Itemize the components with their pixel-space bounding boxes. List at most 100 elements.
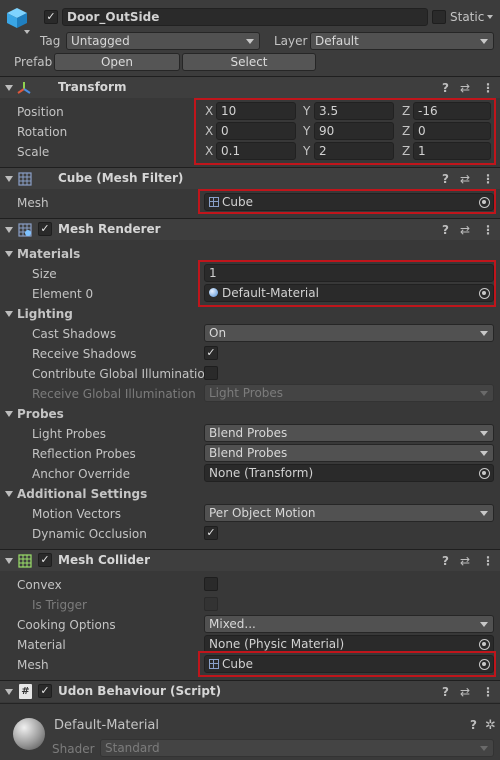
materials-size-label: Size xyxy=(32,267,57,281)
mesh-renderer-enabled-checkbox[interactable]: ✓ xyxy=(38,222,52,236)
help-icon[interactable]: ? xyxy=(442,555,449,567)
additional-settings-section-label[interactable]: Additional Settings xyxy=(17,486,147,502)
scale-y-field[interactable]: 2 xyxy=(314,142,394,160)
position-y-axis-label[interactable]: Y xyxy=(303,102,310,120)
preset-settings-icon[interactable]: ⇄ xyxy=(460,224,470,236)
reflection-probes-dropdown[interactable]: Blend Probes xyxy=(204,444,494,462)
object-active-checkbox[interactable]: ✓ xyxy=(44,10,58,24)
light-probes-label: Light Probes xyxy=(32,427,107,441)
context-menu-icon[interactable]: ⋮ xyxy=(482,555,494,567)
object-picker-icon[interactable] xyxy=(479,659,490,670)
material-sphere-preview[interactable] xyxy=(13,718,45,750)
mesh-filter-mesh-field[interactable]: Cube xyxy=(204,193,494,211)
mesh-collider-mesh-field[interactable]: Cube xyxy=(204,655,494,673)
preset-settings-icon[interactable]: ⇄ xyxy=(460,173,470,185)
rotation-label: Rotation xyxy=(17,125,68,139)
scale-z-field[interactable]: 1 xyxy=(413,142,491,160)
position-label: Position xyxy=(17,105,64,119)
mesh-renderer-icon xyxy=(18,223,32,237)
contribute-gi-checkbox[interactable] xyxy=(204,366,218,380)
rotation-z-field[interactable]: 0 xyxy=(413,122,491,140)
help-icon[interactable]: ? xyxy=(442,686,449,698)
mesh-collider-fold-arrow[interactable] xyxy=(5,558,13,564)
mesh-collider-icon xyxy=(18,554,32,568)
mesh-renderer-header[interactable]: ✓ Mesh Renderer ? ⇄ ⋮ xyxy=(0,218,500,240)
lighting-section-label[interactable]: Lighting xyxy=(17,306,73,322)
help-icon[interactable]: ? xyxy=(442,224,449,236)
physic-material-field[interactable]: None (Physic Material) xyxy=(204,635,494,653)
object-picker-icon[interactable] xyxy=(479,468,490,479)
transform-fold-arrow[interactable] xyxy=(5,85,13,91)
preset-settings-icon[interactable]: ⇄ xyxy=(460,555,470,567)
additional-settings-fold-arrow[interactable] xyxy=(5,491,13,497)
context-menu-icon[interactable]: ⋮ xyxy=(482,173,494,185)
object-picker-icon[interactable] xyxy=(479,197,490,208)
object-icon-dropdown-arrow[interactable] xyxy=(24,30,30,34)
transform-header[interactable]: Transform ? ⇄ ⋮ xyxy=(0,76,500,98)
element0-material-field[interactable]: Default-Material xyxy=(204,284,494,302)
prefab-label: Prefab xyxy=(14,55,53,69)
scale-x-axis-label[interactable]: X xyxy=(205,142,213,160)
udon-behaviour-header[interactable]: # ✓ Udon Behaviour (Script) ? ⇄ ⋮ xyxy=(0,680,500,702)
object-picker-icon[interactable] xyxy=(479,639,490,650)
position-y-field[interactable]: 3.5 xyxy=(314,102,394,120)
probes-fold-arrow[interactable] xyxy=(5,411,13,417)
help-icon[interactable]: ? xyxy=(442,173,449,185)
transform-title: Transform xyxy=(58,80,127,94)
mesh-renderer-fold-arrow[interactable] xyxy=(5,227,13,233)
light-probes-dropdown[interactable]: Blend Probes xyxy=(204,424,494,442)
context-menu-icon[interactable]: ⋮ xyxy=(482,82,494,94)
anchor-override-field[interactable]: None (Transform) xyxy=(204,464,494,482)
mesh-collider-enabled-checkbox[interactable]: ✓ xyxy=(38,553,52,567)
position-x-axis-label[interactable]: X xyxy=(205,102,213,120)
help-icon[interactable]: ? xyxy=(442,82,449,94)
static-dropdown-arrow[interactable] xyxy=(487,15,493,19)
preset-settings-icon[interactable]: ⇄ xyxy=(460,686,470,698)
materials-size-field[interactable]: 1 xyxy=(204,264,494,282)
probes-section-label[interactable]: Probes xyxy=(17,406,64,422)
prefab-open-button[interactable]: Open xyxy=(54,53,180,71)
rotation-z-axis-label[interactable]: Z xyxy=(402,122,410,140)
convex-checkbox[interactable] xyxy=(204,577,218,591)
material-name: Default-Material xyxy=(54,718,160,733)
physic-material-label: Material xyxy=(17,638,66,652)
udon-enabled-checkbox[interactable]: ✓ xyxy=(38,684,52,698)
context-menu-icon[interactable]: ⋮ xyxy=(482,686,494,698)
rotation-y-axis-label[interactable]: Y xyxy=(303,122,310,140)
layer-dropdown[interactable]: Default xyxy=(310,32,494,50)
preset-settings-icon[interactable]: ⇄ xyxy=(460,82,470,94)
help-icon[interactable]: ? xyxy=(470,719,477,731)
mesh-filter-fold-arrow[interactable] xyxy=(5,176,13,182)
position-x-field[interactable]: 10 xyxy=(216,102,296,120)
mesh-collider-header[interactable]: ✓ Mesh Collider ? ⇄ ⋮ xyxy=(0,549,500,571)
cooking-options-dropdown[interactable]: Mixed... xyxy=(204,615,494,633)
rotation-x-field[interactable]: 0 xyxy=(216,122,296,140)
position-z-axis-label[interactable]: Z xyxy=(402,102,410,120)
object-name-field[interactable]: Door_OutSide xyxy=(62,8,428,26)
scale-y-axis-label[interactable]: Y xyxy=(303,142,310,160)
lighting-fold-arrow[interactable] xyxy=(5,311,13,317)
layer-label: Layer xyxy=(274,34,308,48)
receive-shadows-checkbox[interactable]: ✓ xyxy=(204,346,218,360)
dynamic-occlusion-checkbox[interactable]: ✓ xyxy=(204,526,218,540)
shader-label: Shader xyxy=(52,742,95,756)
static-checkbox[interactable] xyxy=(432,10,446,24)
scale-x-field[interactable]: 0.1 xyxy=(216,142,296,160)
settings-gear-icon[interactable]: ✲ xyxy=(485,718,496,733)
udon-fold-arrow[interactable] xyxy=(5,689,13,695)
prefab-select-button[interactable]: Select xyxy=(182,53,316,71)
materials-section-label[interactable]: Materials xyxy=(17,246,80,262)
rotation-x-axis-label[interactable]: X xyxy=(205,122,213,140)
mesh-icon xyxy=(209,659,219,669)
motion-vectors-dropdown[interactable]: Per Object Motion xyxy=(204,504,494,522)
mesh-filter-header[interactable]: Cube (Mesh Filter) ? ⇄ ⋮ xyxy=(0,167,500,189)
materials-fold-arrow[interactable] xyxy=(5,251,13,257)
tag-dropdown[interactable]: Untagged xyxy=(66,32,260,50)
scale-z-axis-label[interactable]: Z xyxy=(402,142,410,160)
position-z-field[interactable]: -16 xyxy=(413,102,491,120)
mesh-renderer-title: Mesh Renderer xyxy=(58,222,161,236)
cast-shadows-dropdown[interactable]: On xyxy=(204,324,494,342)
object-picker-icon[interactable] xyxy=(479,288,490,299)
context-menu-icon[interactable]: ⋮ xyxy=(482,224,494,236)
rotation-y-field[interactable]: 90 xyxy=(314,122,394,140)
